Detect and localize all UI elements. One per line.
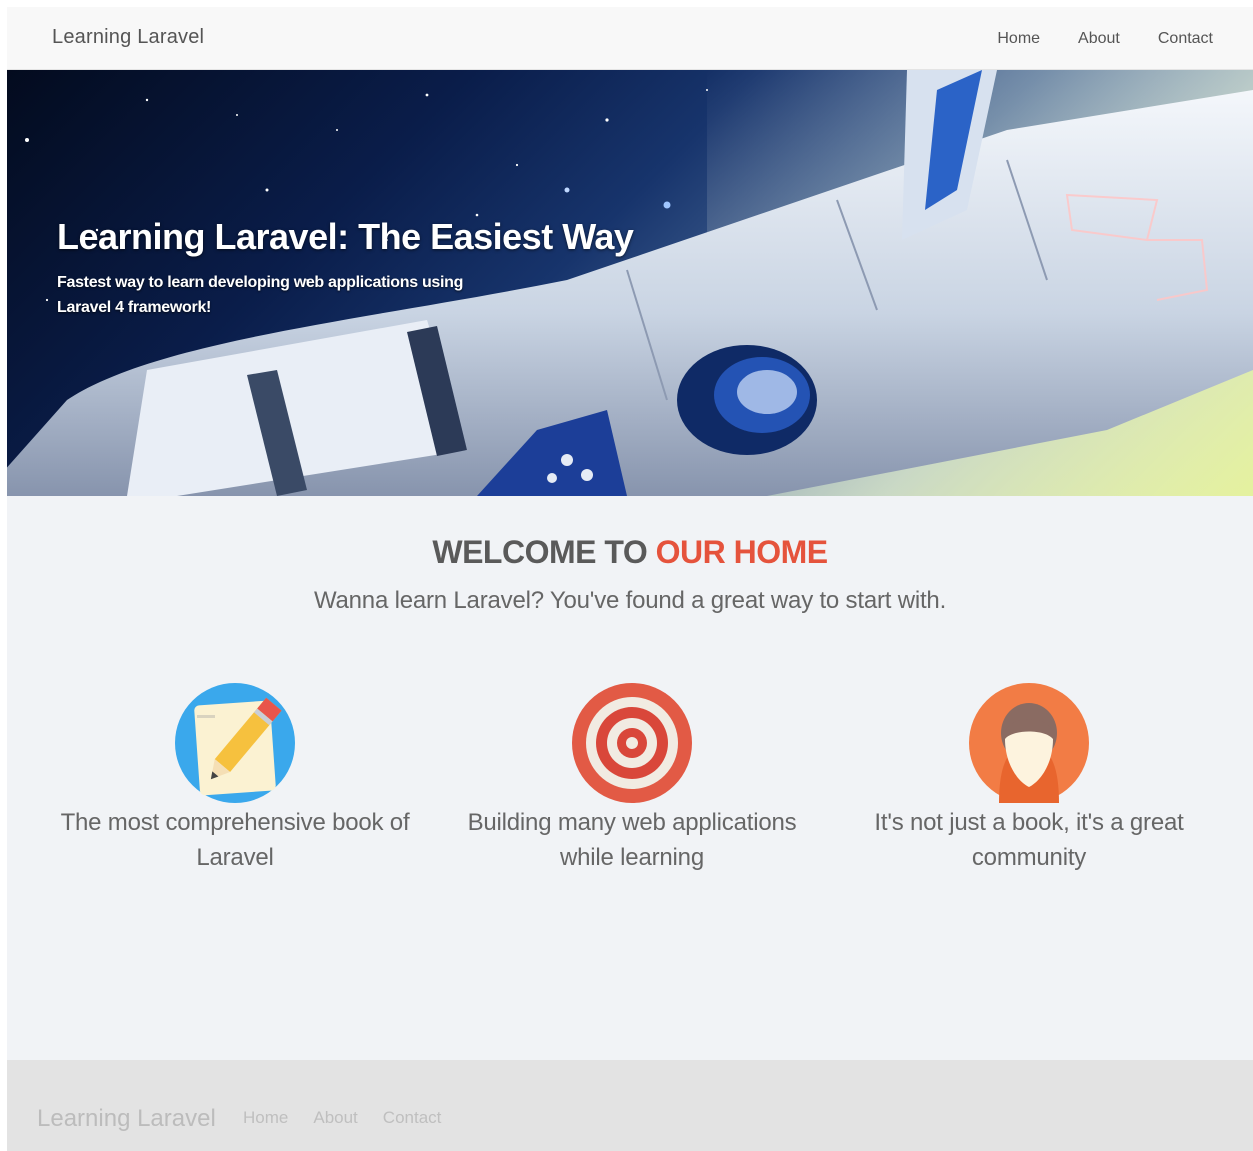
welcome-heading: WELCOME TO OUR HOME — [7, 534, 1253, 571]
footer-link-home[interactable]: Home — [243, 1108, 288, 1128]
welcome-heading-accent: OUR HOME — [655, 534, 829, 570]
hero-subtitle: Fastest way to learn developing web appl… — [57, 274, 464, 316]
nav-link-contact[interactable]: Contact — [1139, 7, 1253, 70]
user-avatar-icon — [969, 683, 1089, 803]
feature-caption: Building many web applications while lea… — [467, 809, 797, 871]
nav-link-about[interactable]: About — [1059, 7, 1139, 70]
feature-projects: Building many web applications while lea… — [452, 683, 812, 875]
welcome-heading-part1: WELCOME TO — [432, 534, 648, 570]
pencil-note-icon — [175, 683, 295, 803]
footer-link-contact[interactable]: Contact — [383, 1108, 442, 1128]
page: Learning Laravel Home About Contact Lear… — [7, 7, 1253, 1151]
target-icon — [572, 683, 692, 803]
nav-link-home[interactable]: Home — [978, 7, 1059, 70]
hero-title: Learning Laravel: The Easiest Way — [57, 216, 634, 257]
footer-brand[interactable]: Learning Laravel — [37, 1105, 216, 1133]
navbar-menu: Home About Contact — [978, 7, 1253, 70]
feature-community: It's not just a book, it's a great commu… — [849, 683, 1209, 875]
footer-link-about[interactable]: About — [313, 1108, 357, 1128]
feature-book: The most comprehensive book of Laravel — [55, 683, 415, 875]
footer-menu: Home About Contact — [243, 1108, 466, 1128]
feature-caption: It's not just a book, it's a great commu… — [874, 809, 1184, 871]
feature-caption: The most comprehensive book of Laravel — [60, 809, 410, 871]
hero-banner: Learning Laravel: The Easiest Way Fastes… — [7, 70, 1253, 496]
welcome-lead: Wanna learn Laravel? You've found a grea… — [313, 587, 947, 614]
footer: Learning Laravel Home About Contact — [7, 1060, 1253, 1151]
navbar: Learning Laravel Home About Contact — [7, 7, 1253, 70]
navbar-brand[interactable]: Learning Laravel — [52, 26, 204, 49]
